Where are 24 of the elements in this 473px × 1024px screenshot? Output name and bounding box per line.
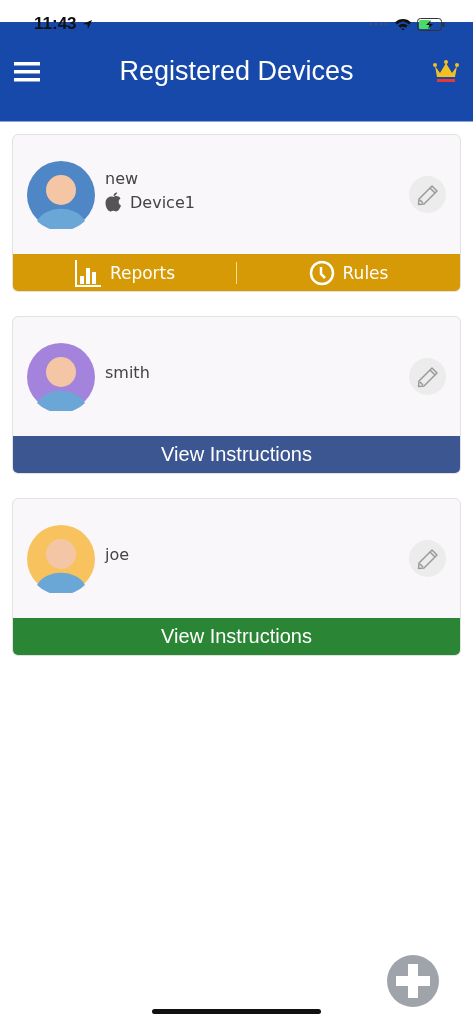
- child-name: smith: [105, 363, 151, 382]
- device-name: Device1: [130, 192, 195, 212]
- add-button[interactable]: [387, 955, 439, 1007]
- child-name: joe: [105, 545, 131, 564]
- battery-icon: [417, 17, 445, 31]
- pencil-icon: [416, 365, 439, 388]
- menu-icon[interactable]: [14, 61, 40, 82]
- page-title: Registered Devices: [119, 56, 354, 87]
- edit-button[interactable]: [409, 540, 446, 577]
- action-button[interactable]: Rules: [237, 258, 460, 287]
- pencil-icon: [416, 547, 439, 570]
- edit-button[interactable]: [409, 358, 446, 395]
- child-name: new: [105, 169, 140, 188]
- bar-chart-icon: [73, 258, 102, 287]
- apple-icon: [105, 192, 122, 212]
- wifi-icon: [394, 17, 412, 31]
- location-arrow-icon: [81, 18, 93, 30]
- edit-button[interactable]: [409, 176, 446, 213]
- view-instructions-button[interactable]: View Instructions: [13, 618, 460, 655]
- crown-icon[interactable]: [433, 59, 459, 84]
- pencil-icon: [416, 183, 439, 206]
- clock-icon: [308, 259, 335, 286]
- action-button[interactable]: Reports: [13, 257, 236, 288]
- view-instructions-button[interactable]: View Instructions: [13, 436, 460, 473]
